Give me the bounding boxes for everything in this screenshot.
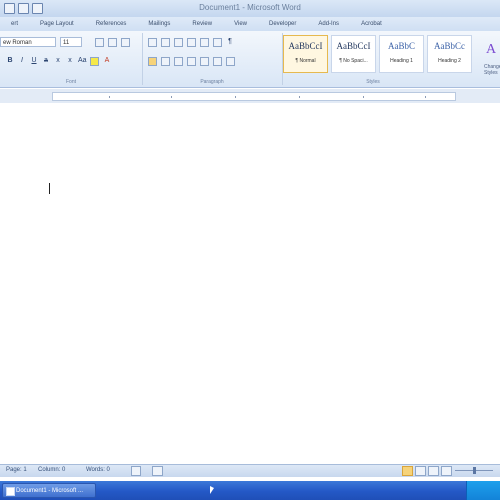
- borders-icon[interactable]: [226, 57, 235, 66]
- styles-gallery: AaBbCcI ¶ Normal AaBbCcI ¶ No Spaci... A…: [283, 35, 472, 73]
- proofing-icon[interactable]: [131, 466, 141, 476]
- ribbon: ew Roman 11 B I U a x x Aa A Font ¶ Para…: [0, 31, 500, 88]
- style-sample: AaBbCcI: [336, 41, 371, 51]
- line-spacing-icon[interactable]: [200, 57, 209, 66]
- clear-format-icon[interactable]: [121, 38, 130, 47]
- style-sample: AaBbC: [388, 41, 415, 51]
- outline-icon[interactable]: [441, 466, 452, 476]
- change-styles-icon: A: [486, 42, 497, 57]
- underline-icon[interactable]: U: [30, 57, 38, 65]
- font-name-box[interactable]: ew Roman: [0, 37, 56, 47]
- align-left-icon[interactable]: [148, 57, 157, 66]
- font-size-box[interactable]: 11: [60, 37, 82, 47]
- style-no-spacing[interactable]: AaBbCcI ¶ No Spaci...: [331, 35, 376, 73]
- ruler-tick: [425, 96, 426, 98]
- style-normal[interactable]: AaBbCcI ¶ Normal: [283, 35, 328, 73]
- style-name: ¶ Normal: [295, 58, 316, 64]
- paragraph-group-label: Paragraph: [200, 79, 224, 85]
- web-layout-icon[interactable]: [428, 466, 439, 476]
- tab-add-ins[interactable]: Add-Ins: [307, 17, 350, 31]
- tab-view[interactable]: View: [223, 17, 258, 31]
- font-group: ew Roman 11 B I U a x x Aa A Font: [0, 33, 143, 85]
- superscript-icon[interactable]: x: [66, 57, 74, 65]
- font-color-icon[interactable]: A: [103, 57, 111, 65]
- change-case-icon[interactable]: Aa: [78, 57, 87, 65]
- change-styles-label: Change Styles: [484, 64, 500, 76]
- tab-insert[interactable]: ert: [0, 17, 29, 31]
- shading-icon[interactable]: [213, 57, 222, 66]
- decrease-indent-icon[interactable]: [187, 38, 196, 47]
- tab-acrobat[interactable]: Acrobat: [350, 17, 393, 31]
- document-canvas[interactable]: [0, 104, 500, 462]
- increase-indent-icon[interactable]: [200, 38, 209, 47]
- font-group-label: Font: [65, 79, 76, 85]
- ruler-bar[interactable]: [52, 92, 456, 101]
- ruler-tick: [235, 96, 236, 98]
- zoom-slider-thumb[interactable]: [473, 467, 476, 474]
- align-right-icon[interactable]: [174, 57, 183, 66]
- pilcrow-icon[interactable]: ¶: [226, 38, 234, 46]
- status-page[interactable]: Page: 1: [6, 467, 27, 473]
- style-name: Heading 1: [390, 58, 413, 64]
- status-column[interactable]: Column: 0: [38, 467, 65, 473]
- tab-developer[interactable]: Developer: [258, 17, 307, 31]
- ribbon-tabs: ert Page Layout References Mailings Revi…: [0, 17, 500, 31]
- view-buttons: [402, 466, 452, 476]
- ruler-tick: [299, 96, 300, 98]
- macro-icon[interactable]: [152, 466, 163, 476]
- numbering-icon[interactable]: [161, 38, 170, 47]
- tab-mailings[interactable]: Mailings: [137, 17, 181, 31]
- style-name: Heading 2: [438, 58, 461, 64]
- paragraph-group: ¶ Paragraph: [142, 33, 283, 85]
- bold-icon[interactable]: B: [6, 57, 14, 65]
- change-styles-button[interactable]: A Change Styles: [484, 37, 500, 81]
- tab-page-layout[interactable]: Page Layout: [29, 17, 85, 31]
- style-heading-2[interactable]: AaBbCc Heading 2: [427, 35, 472, 73]
- grow-font-icon[interactable]: [95, 38, 104, 47]
- tab-review[interactable]: Review: [181, 17, 223, 31]
- window-title: Document1 - Microsoft Word: [199, 3, 301, 12]
- multilevel-list-icon[interactable]: [174, 38, 183, 47]
- style-heading-1[interactable]: AaBbC Heading 1: [379, 35, 424, 73]
- paragraph-list-buttons: ¶: [148, 38, 234, 47]
- ruler-tick: [109, 96, 110, 98]
- styles-group-label: Styles: [366, 79, 380, 85]
- style-sample: AaBbCcI: [288, 41, 323, 51]
- bullets-icon[interactable]: [148, 38, 157, 47]
- font-format-buttons: B I U a x x Aa A: [6, 57, 111, 66]
- strikethrough-icon[interactable]: a: [42, 57, 50, 65]
- taskbar-word-button[interactable]: Document1 - Microsoft ...: [2, 483, 96, 498]
- paragraph-align-buttons: [148, 57, 235, 66]
- word-document-icon: [6, 487, 15, 496]
- print-layout-icon[interactable]: [402, 466, 413, 476]
- sort-icon[interactable]: [213, 38, 222, 47]
- system-tray: [466, 481, 500, 500]
- full-screen-icon[interactable]: [415, 466, 426, 476]
- horizontal-ruler: [0, 89, 500, 103]
- justify-icon[interactable]: [187, 57, 196, 66]
- title-bar: Document1 - Microsoft Word: [0, 0, 500, 18]
- taskbar: Document1 - Microsoft ...: [0, 481, 500, 500]
- subscript-icon[interactable]: x: [54, 57, 62, 65]
- ruler-tick: [363, 96, 364, 98]
- italic-icon[interactable]: I: [18, 57, 26, 65]
- cursor-icon: [49, 183, 50, 194]
- font-size-buttons: [95, 38, 130, 47]
- style-sample: AaBbCc: [434, 41, 465, 51]
- taskbar-button-label: Document1 - Microsoft ...: [16, 488, 84, 494]
- svg-text:A: A: [486, 42, 497, 57]
- center-icon[interactable]: [161, 57, 170, 66]
- status-words[interactable]: Words: 0: [86, 467, 110, 473]
- tab-references[interactable]: References: [85, 17, 138, 31]
- style-name: ¶ No Spaci...: [339, 58, 368, 64]
- status-bar: Page: 1 Column: 0 Words: 0: [0, 464, 500, 477]
- shrink-font-icon[interactable]: [108, 38, 117, 47]
- ruler-tick: [171, 96, 172, 98]
- highlight-icon[interactable]: [90, 57, 99, 66]
- mouse-pointer-icon: [210, 486, 214, 494]
